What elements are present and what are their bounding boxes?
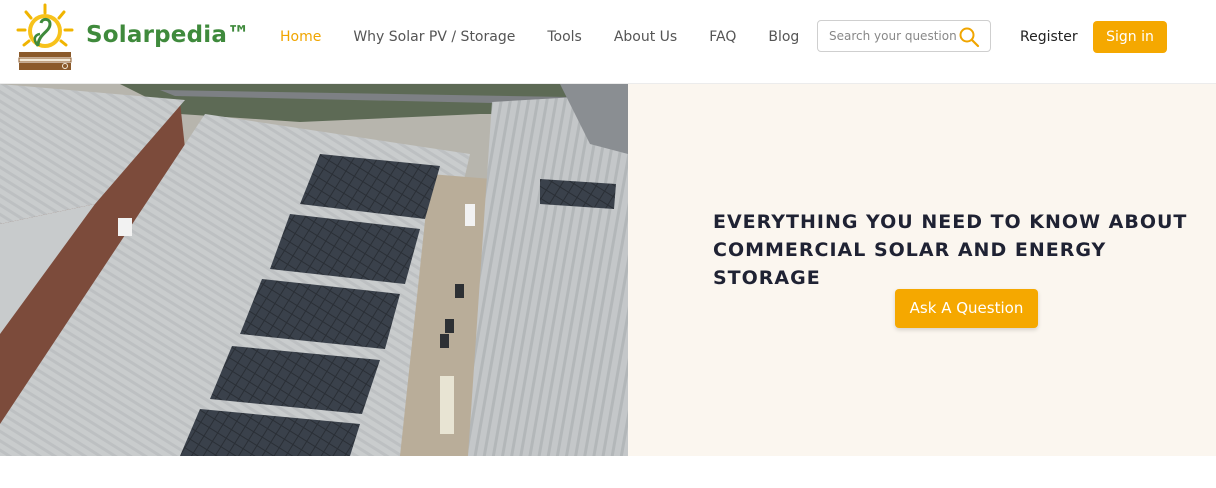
site-header: Solarpedia™ Home Why Solar PV / Storage … bbox=[0, 0, 1216, 84]
hero-section: EVERYTHING YOU NEED TO KNOW ABOUT COMMER… bbox=[0, 84, 1216, 456]
hero-image bbox=[0, 84, 628, 456]
brand-name[interactable]: Solarpedia™ bbox=[86, 22, 250, 48]
nav-faq[interactable]: FAQ bbox=[693, 26, 752, 48]
nav-home[interactable]: Home bbox=[264, 26, 337, 48]
nav-about-us[interactable]: About Us bbox=[598, 26, 693, 48]
search-box bbox=[817, 20, 991, 52]
hero-headline-line-2: COMMERCIAL SOLAR AND ENERGY STORAGE bbox=[713, 239, 1107, 289]
main-nav: Home Why Solar PV / Storage Tools About … bbox=[264, 26, 815, 48]
aerial-rooftop-solar-illustration bbox=[0, 84, 628, 456]
nav-tools[interactable]: Tools bbox=[531, 26, 598, 48]
hero-headline-line-1: EVERYTHING YOU NEED TO KNOW ABOUT bbox=[713, 211, 1188, 233]
register-link[interactable]: Register bbox=[1012, 26, 1086, 48]
nav-why-solar[interactable]: Why Solar PV / Storage bbox=[337, 26, 531, 48]
signin-button[interactable]: Sign in bbox=[1093, 21, 1167, 53]
solarpedia-logo-icon[interactable] bbox=[14, 2, 80, 76]
search-icon[interactable] bbox=[958, 26, 980, 48]
hero-headline: EVERYTHING YOU NEED TO KNOW ABOUT COMMER… bbox=[713, 208, 1213, 292]
search-input[interactable] bbox=[818, 21, 961, 51]
nav-blog[interactable]: Blog bbox=[752, 26, 815, 48]
ask-question-button[interactable]: Ask A Question bbox=[895, 289, 1038, 328]
hero-panel: EVERYTHING YOU NEED TO KNOW ABOUT COMMER… bbox=[628, 84, 1216, 456]
